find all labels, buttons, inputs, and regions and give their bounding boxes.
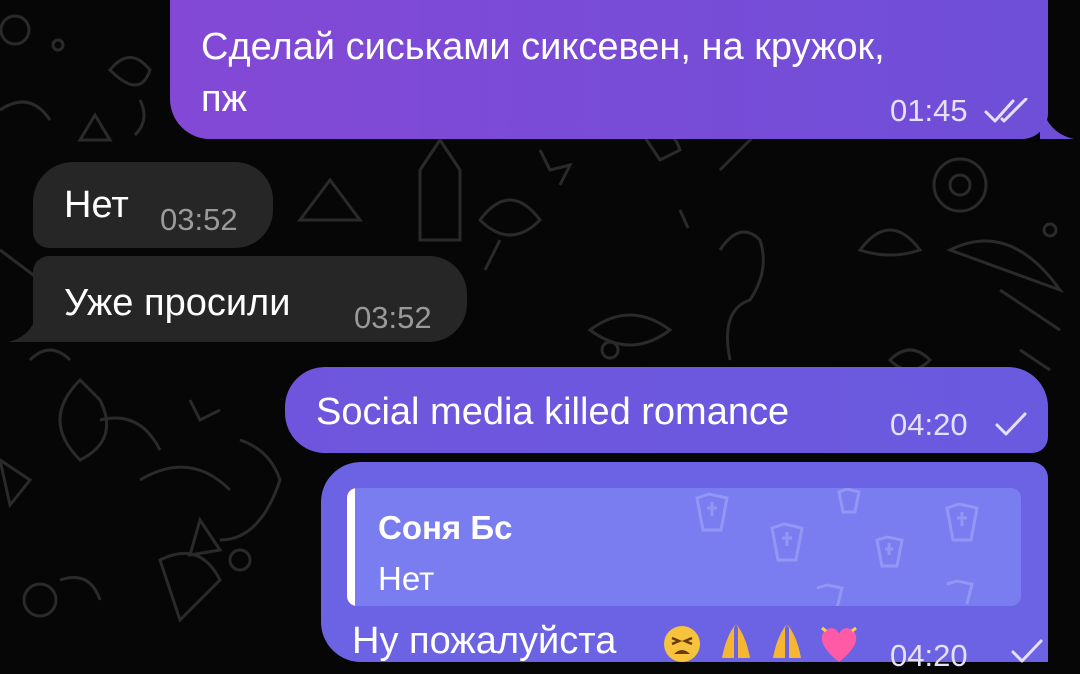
coffin-pattern — [695, 488, 979, 606]
incoming-message-bubble[interactable]: Нет 03:52 — [33, 162, 273, 248]
bubble-tail — [1040, 100, 1074, 139]
message-time: 03:52 — [160, 202, 238, 237]
folded-hands-emoji — [773, 624, 801, 658]
message-time: 04:20 — [890, 407, 968, 442]
message-time: 01:45 — [890, 93, 968, 128]
heart-emoji — [821, 626, 857, 662]
outgoing-reply-message-bubble[interactable]: Соня Бс Нет Ну пожалуйста 04:20 — [321, 462, 1048, 673]
folded-hands-emoji — [722, 624, 750, 658]
reply-quote[interactable]: Соня Бс Нет — [347, 488, 1021, 606]
tired-face-emoji — [664, 626, 700, 662]
reply-author: Соня Бс — [378, 509, 513, 546]
incoming-message-bubble[interactable]: Уже просили 03:52 — [33, 256, 467, 342]
sent-check-icon — [995, 412, 1027, 436]
sent-check-icon — [1011, 639, 1043, 663]
outgoing-message-bubble[interactable]: Social media killed romance 04:20 — [285, 367, 1048, 453]
reply-text: Нет — [378, 560, 435, 597]
read-double-check-icon — [984, 98, 1028, 123]
message-text: Social media killed romance — [316, 391, 790, 433]
outgoing-message-bubble[interactable]: Сделай сиськами сиксевен, на кружок, пж … — [170, 0, 1048, 139]
reply-accent-bar — [347, 488, 355, 606]
message-text: Ну пожалуйста — [352, 620, 617, 662]
message-text: пж — [201, 78, 247, 120]
message-text: Уже просили — [64, 282, 291, 324]
message-text: Сделай сиськами сиксевен, на кружок, — [201, 26, 885, 68]
message-time: 03:52 — [354, 300, 432, 335]
message-text: Нет — [64, 184, 129, 226]
message-time: 04:20 — [890, 638, 968, 673]
bubble-tail — [8, 308, 38, 342]
